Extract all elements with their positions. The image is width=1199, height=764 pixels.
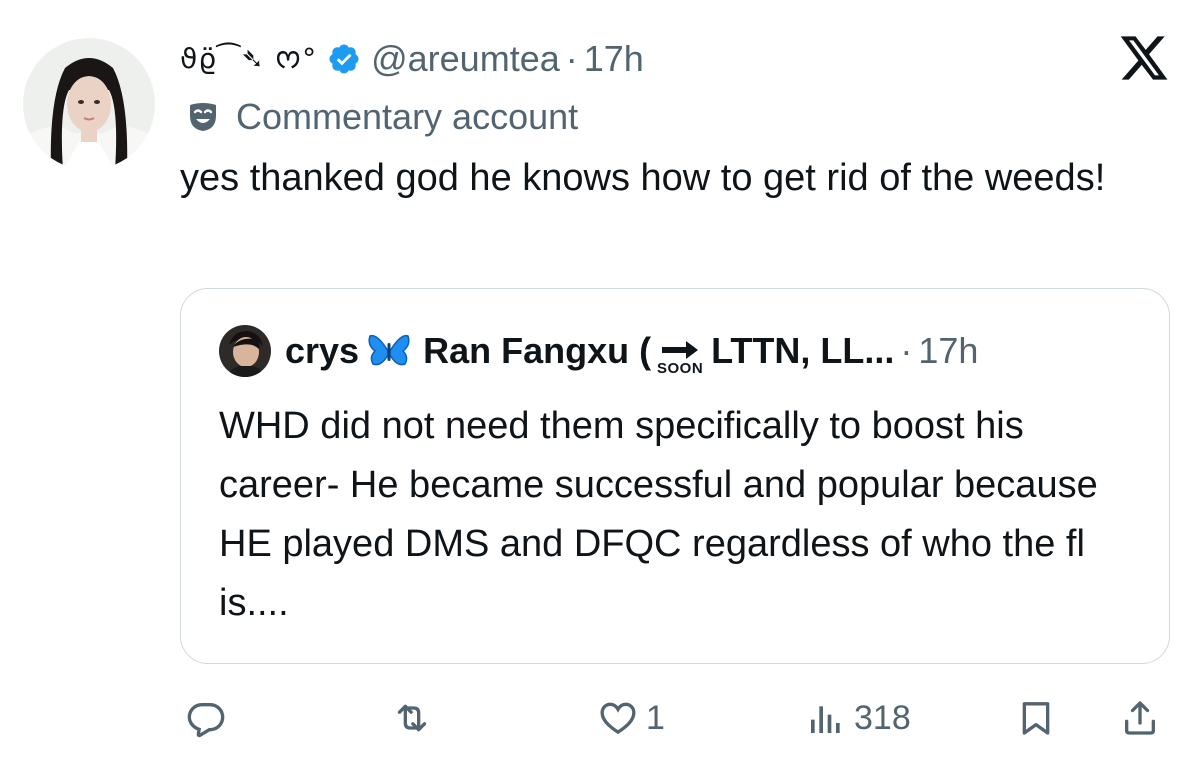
bookmark-button[interactable] <box>1016 690 1056 746</box>
quoted-timestamp[interactable]: 17h <box>918 330 978 372</box>
author-display-name[interactable]: ϑϱ̈⁀➴ ᰔ° <box>180 38 317 81</box>
tweet-text: yes thanked god he knows how to get rid … <box>180 157 1106 199</box>
avatar-photo <box>23 38 155 170</box>
quoted-author-name-tail[interactable]: LTTN, LL... <box>711 330 894 372</box>
x-logo-icon <box>1120 36 1168 80</box>
retweet-icon <box>397 704 427 732</box>
quoted-tweet-text: WHD did not need them specifically to bo… <box>219 405 1098 624</box>
views-count: 318 <box>854 698 911 737</box>
tweet-timestamp[interactable]: 17h <box>584 38 644 80</box>
quoted-tweet-header: crys Ran Fangxu ( SOON LTTN, LL... · 17h <box>219 323 978 379</box>
right-arrow-icon <box>662 341 699 359</box>
retweet-button[interactable] <box>392 690 440 746</box>
verified-badge-icon <box>329 44 359 74</box>
quoted-author-name-suffix[interactable]: Ran Fangxu ( <box>423 330 651 372</box>
quoted-author-name-prefix[interactable]: crys <box>285 330 359 372</box>
account-label-text: Commentary account <box>236 96 579 137</box>
author-handle[interactable]: @areumtea <box>371 38 560 80</box>
action-bar: 1 318 <box>0 690 1199 746</box>
heart-icon <box>600 702 636 735</box>
share-button[interactable] <box>1120 690 1160 746</box>
account-label: Commentary account <box>186 94 578 140</box>
author-avatar[interactable] <box>23 38 155 170</box>
like-count: 1 <box>646 698 665 737</box>
quoted-header-separator: · <box>900 330 913 371</box>
share-icon <box>1125 701 1155 735</box>
quoted-tweet-card[interactable]: crys Ran Fangxu ( SOON LTTN, LL... · 17h… <box>180 288 1170 664</box>
tweet-header: ϑϱ̈⁀➴ ᰔ° @areumtea · 17h <box>180 30 644 88</box>
theater-mask-icon <box>190 103 216 131</box>
butterfly-icon <box>368 334 410 366</box>
like-button[interactable]: 1 <box>598 690 665 746</box>
header-separator: · <box>565 38 578 79</box>
views-button[interactable]: 318 <box>806 690 911 746</box>
quoted-avatar-photo <box>219 325 271 377</box>
soon-arrow-icon: SOON <box>653 325 707 377</box>
quoted-author-avatar <box>219 325 271 377</box>
bookmark-icon <box>1022 702 1050 735</box>
analytics-bars-icon <box>811 706 840 733</box>
reply-button[interactable] <box>186 690 234 746</box>
reply-icon <box>187 703 225 738</box>
soon-label: SOON <box>657 360 704 377</box>
